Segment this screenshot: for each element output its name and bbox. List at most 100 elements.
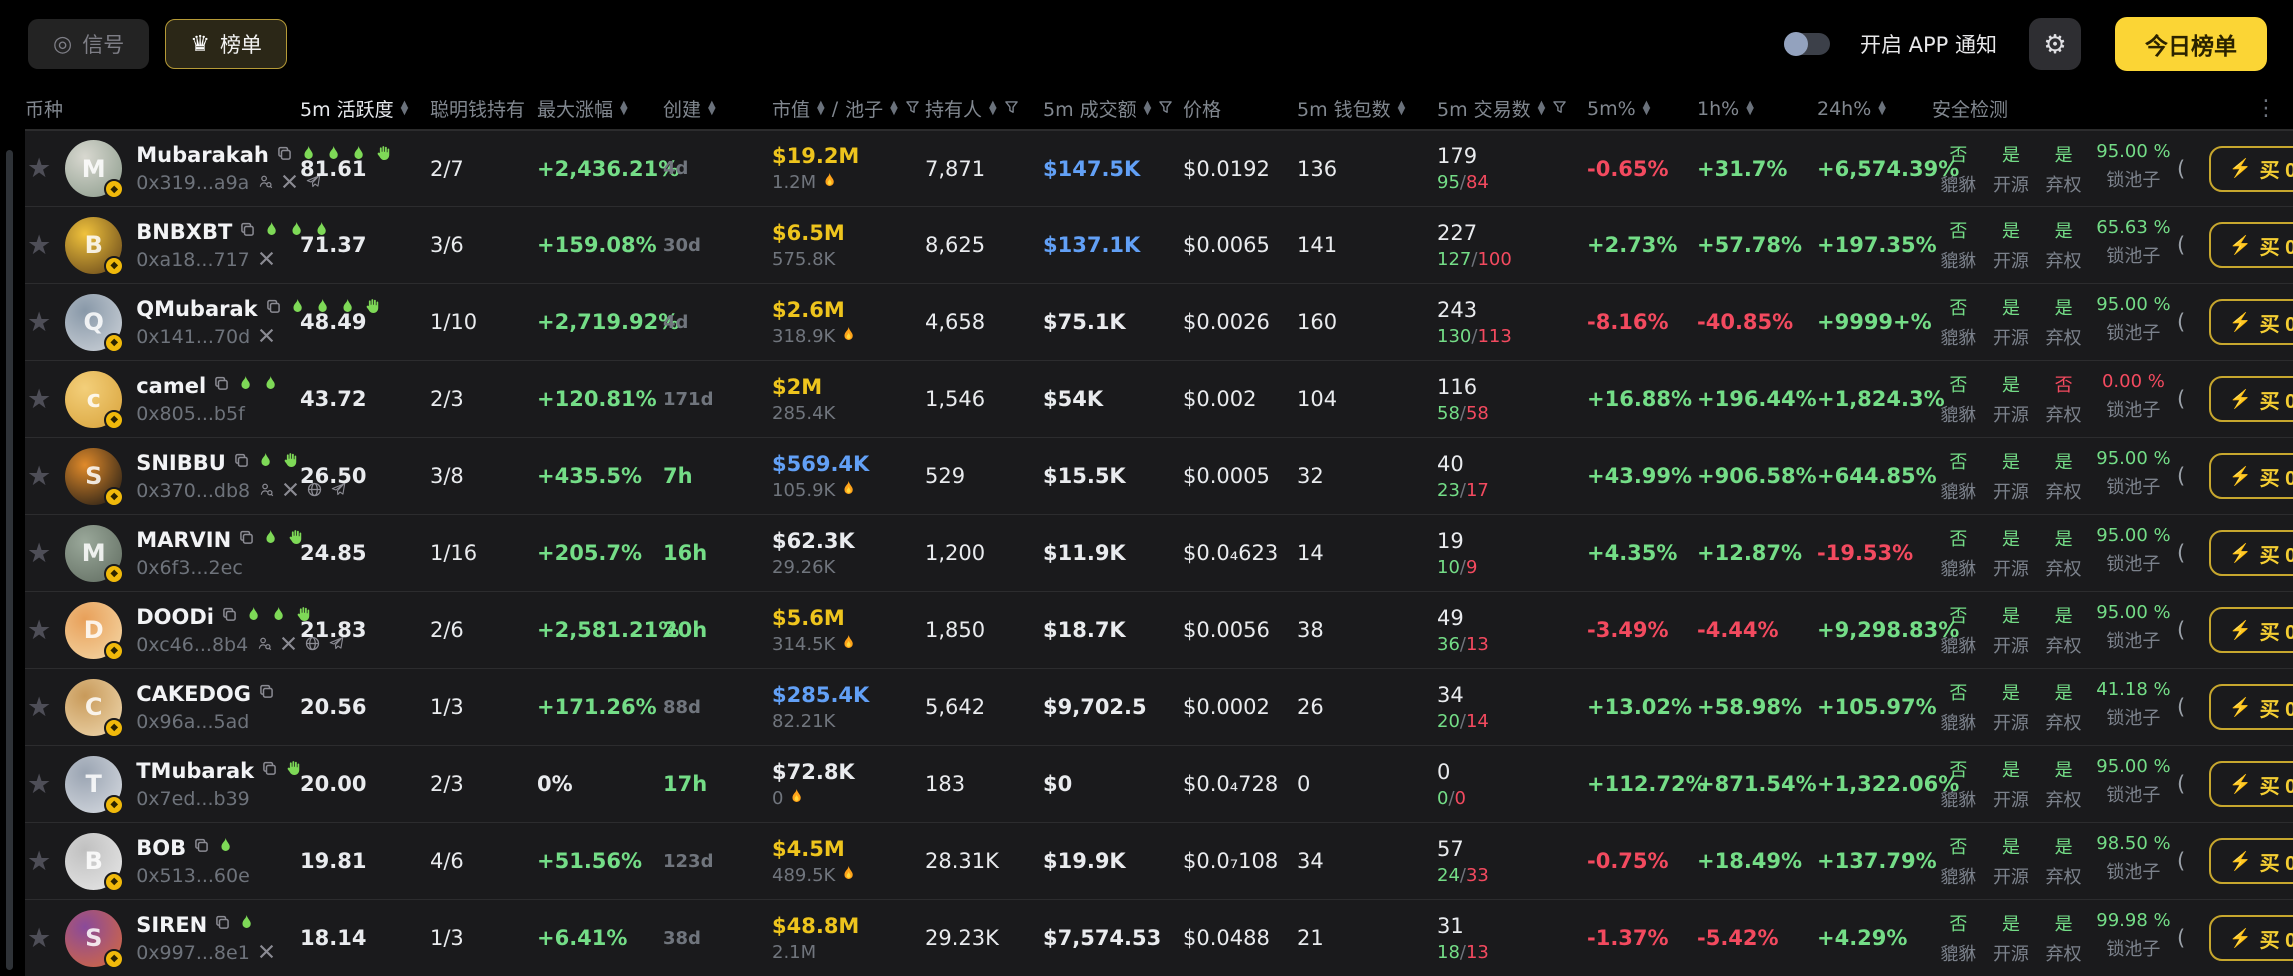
sort-icon[interactable]: ▲ ▼ — [1398, 100, 1406, 117]
column-settings-icon[interactable]: ⋮ — [2255, 96, 2277, 121]
quick-buy-button[interactable]: ⚡ 买 0 — [2209, 453, 2293, 499]
tab-board[interactable]: ♛ 榜单 — [165, 19, 287, 69]
column-header-gain[interactable]: 最大涨幅 ▲ ▼ — [537, 95, 663, 122]
column-header-menu[interactable]: ⋮ — [2177, 96, 2293, 121]
quick-buy-button[interactable]: ⚡ 买 0 — [2209, 222, 2293, 268]
favorite-star-icon[interactable]: ★ — [27, 230, 51, 261]
table-row[interactable]: ★ S ◆ SNIBBU 0x370...db8 26.50 3/8 +435.5% 7h $56… — [25, 438, 2293, 515]
table-body: ★ M ◆ Mubarakah 0x319...a9a 81.61 2/7 +2,436.21… — [25, 130, 2293, 976]
favorite-star-icon[interactable]: ★ — [27, 923, 51, 954]
table-row[interactable]: ★ C ◆ CAKEDOG 0x96a...5ad 20.56 1/3 +171.26% 88d… — [25, 669, 2293, 746]
security-renounced: 是弃权 — [2037, 756, 2090, 812]
sort-icon[interactable]: ▲ ▼ — [1144, 100, 1152, 117]
sort-icon[interactable]: ▲ ▼ — [890, 100, 898, 117]
copy-address-icon[interactable] — [222, 607, 237, 626]
quick-buy-button[interactable]: ⚡ 买 0 — [2209, 838, 2293, 884]
column-header-m5[interactable]: 5m% ▲ ▼ — [1587, 98, 1697, 120]
today-board-button[interactable]: 今日榜单 — [2115, 17, 2267, 71]
topbar: ◎ 信号 ♛ 榜单 开启 APP 通知 ⚙ 今日榜单 — [0, 0, 2293, 88]
quick-buy-button[interactable]: ⚡ 买 0 — [2209, 145, 2293, 192]
settings-button[interactable]: ⚙ — [2029, 18, 2081, 70]
column-header-activity[interactable]: 5m 活跃度 ▲ ▼ — [300, 95, 430, 122]
copy-address-icon[interactable] — [194, 838, 209, 857]
scan-icon[interactable] — [259, 480, 274, 502]
column-header-txs[interactable]: 5m 交易数 ▲ ▼ — [1437, 95, 1587, 122]
column-header-holders[interactable]: 持有人 ▲ ▼ — [925, 95, 1043, 122]
sort-icon[interactable]: ▲ ▼ — [989, 100, 997, 117]
quick-buy-button[interactable]: ⚡ 买 0 — [2209, 607, 2293, 653]
sort-icon[interactable]: ▲ ▼ — [1538, 100, 1546, 117]
change-5m-cell: +43.99% — [1587, 464, 1693, 488]
quick-buy-button[interactable]: ⚡ 买 0 — [2209, 376, 2293, 422]
filter-funnel-icon[interactable] — [1552, 98, 1567, 120]
quick-buy-button[interactable]: ⚡ 买 0 — [2209, 761, 2293, 807]
x-icon[interactable] — [283, 480, 298, 502]
favorite-star-icon[interactable]: ★ — [27, 307, 51, 338]
quick-buy-button[interactable]: ⚡ 买 0 — [2209, 915, 2293, 961]
filter-funnel-icon[interactable] — [1004, 98, 1019, 120]
x-icon[interactable] — [259, 249, 274, 271]
sort-icon[interactable]: ▲ ▼ — [708, 100, 716, 117]
column-header-wallets[interactable]: 5m 钱包数 ▲ ▼ — [1297, 95, 1437, 122]
x-icon[interactable] — [281, 634, 296, 656]
sort-icon[interactable]: ▲ ▼ — [1746, 100, 1754, 117]
table-row[interactable]: ★ B ◆ BOB 0x513...60e 19.81 4/6 +51.56% 123d $4.5… — [25, 823, 2293, 900]
copy-address-icon[interactable] — [234, 453, 249, 472]
sort-icon[interactable]: ▲ ▼ — [817, 100, 825, 117]
favorite-star-icon[interactable]: ★ — [27, 769, 51, 800]
favorite-star-icon[interactable]: ★ — [27, 538, 51, 569]
filter-funnel-icon[interactable] — [905, 98, 920, 120]
copy-address-icon[interactable] — [277, 146, 292, 165]
column-header-vol[interactable]: 5m 成交额 ▲ ▼ — [1043, 95, 1183, 122]
table-row[interactable]: ★ S ◆ SIREN 0x997...8e1 18.14 1/3 +6.41% 38d $48.… — [25, 900, 2293, 976]
quick-buy-button[interactable]: ⚡ 买 0 — [2209, 299, 2293, 345]
mcap-pool-cell: $72.8K 0 — [772, 760, 925, 809]
column-header-mcap[interactable]: 市值 ▲ ▼ / 池子 ▲ ▼ — [772, 95, 925, 122]
table-row[interactable]: ★ B ◆ BNBXBT 0xa18...717 71.37 3/6 +159.08% 30d $… — [25, 207, 2293, 284]
favorite-star-icon[interactable]: ★ — [27, 461, 51, 492]
table-row[interactable]: ★ D ◆ DOODi 0xc46...8b4 21.83 2/6 +2,581.21% 20h… — [25, 592, 2293, 669]
copy-address-icon[interactable] — [239, 530, 254, 549]
quick-buy-button[interactable]: ⚡ 买 0 — [2209, 530, 2293, 576]
left-scrollbar[interactable] — [6, 150, 13, 970]
table-row[interactable]: ★ c ◆ camel 0x805...b5f 43.72 2/3 +120.81% 171d $… — [25, 361, 2293, 438]
tab-signal[interactable]: ◎ 信号 — [28, 19, 150, 69]
x-icon[interactable] — [282, 172, 297, 194]
copy-address-icon[interactable] — [215, 915, 230, 934]
filter-funnel-icon[interactable] — [1158, 98, 1173, 120]
security-renounced-label: 弃权 — [2045, 251, 2082, 272]
favorite-star-icon[interactable]: ★ — [27, 692, 51, 723]
copy-address-icon[interactable] — [214, 376, 229, 395]
table-row[interactable]: ★ T ◆ TMubarak 0x7ed...b39 20.00 2/3 0% 17h $72.8… — [25, 746, 2293, 823]
sort-icon[interactable]: ▲ ▼ — [1878, 100, 1886, 117]
copy-address-icon[interactable] — [240, 222, 255, 241]
sort-icon[interactable]: ▲ ▼ — [401, 100, 409, 117]
favorite-star-icon[interactable]: ★ — [27, 615, 51, 646]
sort-icon[interactable]: ▲ ▼ — [1643, 100, 1651, 117]
sort-icon[interactable]: ▲ ▼ — [620, 100, 628, 117]
bsc-chain-badge-icon: ◆ — [104, 255, 125, 276]
scan-icon[interactable] — [257, 634, 272, 656]
column-header-h24[interactable]: 24h% ▲ ▼ — [1817, 98, 1932, 120]
column-header-h1[interactable]: 1h% ▲ ▼ — [1697, 98, 1817, 120]
table-row[interactable]: ★ M ◆ Mubarakah 0x319...a9a 81.61 2/7 +2,436.21… — [25, 130, 2293, 207]
table-row[interactable]: ★ M ◆ MARVIN 0x6f3...2ec 24.85 1/16 +205.7% 16h $… — [25, 515, 2293, 592]
copy-address-icon[interactable] — [259, 684, 274, 703]
quick-buy-button[interactable]: ⚡ 买 0 — [2209, 684, 2293, 730]
column-header-created[interactable]: 创建 ▲ ▼ — [663, 95, 772, 122]
x-icon[interactable] — [259, 942, 274, 964]
copy-address-icon[interactable] — [262, 761, 277, 780]
buy-cell: (⚡ 买 0 — [2177, 376, 2293, 422]
favorite-star-icon[interactable]: ★ — [27, 153, 51, 184]
copy-address-icon[interactable] — [266, 299, 281, 318]
security-locked-pool: 95.00 % 锁池子 — [2090, 756, 2177, 807]
table-row[interactable]: ★ Q ◆ QMubarak 0x141...70d 48.49 1/10 +2,719.92… — [25, 284, 2293, 361]
bsc-chain-badge-icon: ◆ — [104, 332, 125, 353]
security-cell: 否貔貅是开源是弃权 95.00 % 锁池子 — [1932, 756, 2177, 812]
security-honeypot-value: 否 — [1949, 221, 1968, 242]
x-icon[interactable] — [259, 326, 274, 348]
favorite-star-icon[interactable]: ★ — [27, 384, 51, 415]
favorite-star-icon[interactable]: ★ — [27, 846, 51, 877]
app-notify-toggle[interactable] — [1783, 32, 1830, 56]
scan-icon[interactable] — [258, 172, 273, 194]
